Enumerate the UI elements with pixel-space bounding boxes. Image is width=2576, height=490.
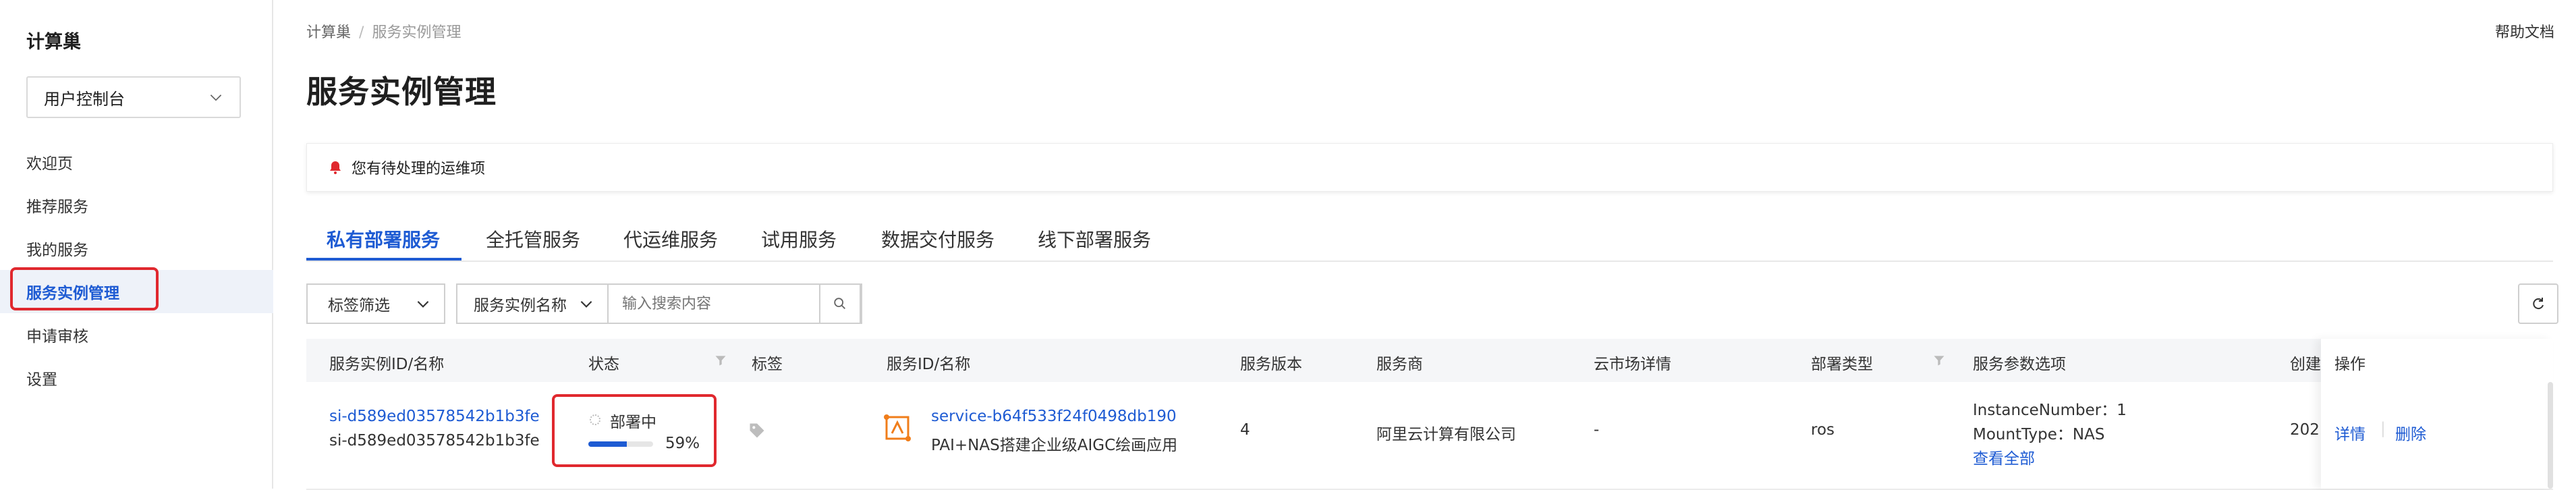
tab-ops[interactable]: 代运维服务 <box>623 225 718 252</box>
chevron-down-icon <box>580 300 592 308</box>
table-scrollbar[interactable] <box>2548 382 2553 489</box>
col-status: 状态 <box>588 356 619 373</box>
param-mount-type: MountType：NAS <box>1973 426 2105 443</box>
service-name: PAI+NAS搭建企业级AIGC绘画应用 <box>931 437 1178 454</box>
tab-offline[interactable]: 线下部署服务 <box>1038 225 1151 252</box>
notice-text: 您有待处理的运维项 <box>352 161 486 178</box>
tab-data-delivery[interactable]: 数据交付服务 <box>881 225 995 252</box>
search-icon <box>834 298 845 309</box>
tag-filter-button[interactable]: 标签筛选 <box>306 283 445 324</box>
created-time: 202 <box>2290 421 2320 439</box>
service-icon <box>884 414 911 441</box>
detail-link[interactable]: 详情 <box>2334 421 2365 444</box>
sidebar-item-recommended[interactable]: 推荐服务 <box>0 184 273 227</box>
breadcrumb-current: 服务实例管理 <box>372 24 461 41</box>
tab-trial[interactable]: 试用服务 <box>761 225 837 252</box>
tab-bar: 私有部署服务 全托管服务 代运维服务 试用服务 数据交付服务 线下部署服务 <box>306 217 2553 262</box>
page-title: 服务实例管理 <box>306 74 497 110</box>
chevron-down-icon <box>417 300 429 308</box>
col-created: 创建 <box>2290 356 2321 373</box>
sidebar-item-my-services[interactable]: 我的服务 <box>0 227 273 270</box>
search-button[interactable] <box>819 283 861 324</box>
highlight-box <box>10 267 159 310</box>
view-all-params-link[interactable]: 查看全部 <box>1973 445 2035 468</box>
operation-column: 操作 详情 | 删除 <box>2321 339 2553 489</box>
col-version: 服务版本 <box>1240 356 1302 373</box>
refresh-icon <box>2533 298 2544 310</box>
col-params: 服务参数选项 <box>1973 356 2066 373</box>
col-tag: 标签 <box>752 356 783 373</box>
sidebar-item-review[interactable]: 申请审核 <box>0 313 273 356</box>
sidebar-item-settings[interactable]: 设置 <box>0 356 273 400</box>
search-field-label: 服务实例名称 <box>474 297 567 315</box>
highlight-box <box>552 394 717 467</box>
breadcrumb-link[interactable]: 计算巢 <box>306 24 351 41</box>
sidebar-item-label: 推荐服务 <box>26 198 88 216</box>
console-select[interactable]: 用户控制台 <box>26 76 241 118</box>
sidebar-item-label: 我的服务 <box>26 242 88 259</box>
sidebar-item-label: 设置 <box>26 371 57 389</box>
instance-id-link[interactable]: si-d589ed03578542b1b3fe <box>329 408 540 425</box>
search-field-select[interactable]: 服务实例名称 <box>456 283 609 324</box>
market-detail: - <box>1594 421 1600 439</box>
sidebar-item-welcome[interactable]: 欢迎页 <box>0 140 273 184</box>
col-service: 服务ID/名称 <box>887 356 971 373</box>
table-header: 服务实例ID/名称 状态 标签 服务ID/名称 服务版本 服务商 云市场详情 部… <box>306 339 2553 382</box>
chevron-down-icon <box>210 94 222 101</box>
filter-icon[interactable] <box>714 354 727 367</box>
tab-managed[interactable]: 全托管服务 <box>486 225 580 252</box>
tab-active-indicator <box>306 258 461 261</box>
search-input[interactable] <box>607 294 826 313</box>
service-version: 4 <box>1240 421 1250 439</box>
filter-icon[interactable] <box>1932 354 1946 367</box>
sidebar-item-label: 申请审核 <box>26 328 88 346</box>
provider-name: 阿里云计算有限公司 <box>1376 426 1516 443</box>
pending-notice[interactable]: 您有待处理的运维项 <box>306 143 2553 192</box>
refresh-button[interactable] <box>2518 283 2558 324</box>
breadcrumb: 计算巢 / 服务实例管理 <box>306 20 461 42</box>
tag-filter-label: 标签筛选 <box>328 297 390 315</box>
col-instance: 服务实例ID/名称 <box>329 356 445 373</box>
help-link[interactable]: 帮助文档 <box>2495 20 2554 42</box>
bell-icon <box>330 161 341 174</box>
col-provider: 服务商 <box>1376 356 1423 373</box>
search-box <box>607 283 862 324</box>
sidebar-item-label: 欢迎页 <box>26 155 73 173</box>
col-deploy-type: 部署类型 <box>1811 356 1873 373</box>
param-instance-number: InstanceNumber：1 <box>1973 402 2127 419</box>
delete-link[interactable]: 删除 <box>2395 421 2426 444</box>
tag-icon[interactable] <box>748 421 766 440</box>
deploy-type: ros <box>1811 421 1835 439</box>
col-actions: 操作 <box>2334 356 2365 373</box>
breadcrumb-separator: / <box>359 24 364 41</box>
action-divider: | <box>2380 420 2386 437</box>
col-market: 云市场详情 <box>1594 356 1671 373</box>
sidebar: 计算巢 用户控制台 欢迎页 推荐服务 我的服务 服务实例管理 申请审核 设置 <box>0 0 273 489</box>
instance-name: si-d589ed03578542b1b3fe <box>329 432 540 450</box>
brand-title: 计算巢 <box>26 32 81 53</box>
tab-private[interactable]: 私有部署服务 <box>327 225 440 252</box>
console-select-value: 用户控制台 <box>44 89 125 109</box>
service-id-link[interactable]: service-b64f533f24f0498db190 <box>931 408 1177 425</box>
